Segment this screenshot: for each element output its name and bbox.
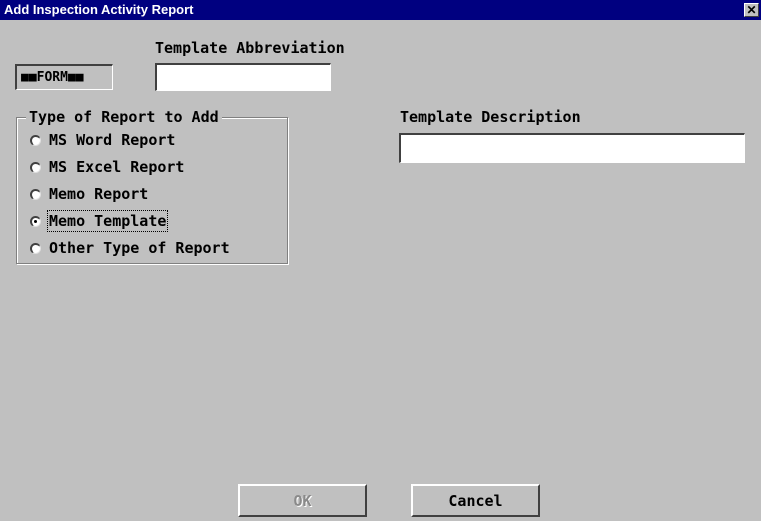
window-title: Add Inspection Activity Report [4,2,194,17]
radio-label: Memo Report [49,185,149,203]
radio-label: Other Type of Report [49,239,230,257]
radio-memo-template[interactable]: Memo Template [30,210,169,232]
close-button[interactable]: ✕ [744,3,759,17]
form-indicator: ■■FORM■■ [15,64,113,90]
radio-ms-word-report[interactable]: MS Word Report [30,131,175,149]
radio-label: MS Excel Report [49,158,185,176]
title-bar: Add Inspection Activity Report ✕ [0,0,761,20]
radio-button-icon [30,242,41,254]
radio-button-icon [30,161,41,173]
close-icon: ✕ [746,3,757,17]
radio-selected-icon [30,215,41,227]
radio-label: MS Word Report [49,131,176,149]
report-type-group-label: Type of Report to Add [26,108,222,126]
template-description-input[interactable] [399,133,745,163]
radio-ms-excel-report[interactable]: MS Excel Report [30,158,184,176]
cancel-button[interactable]: Cancel [411,484,540,517]
radio-button-icon [30,134,41,146]
radio-button-icon [30,188,41,200]
template-description-label: Template Description [400,108,581,126]
template-abbreviation-label: Template Abbreviation [155,39,345,57]
radio-memo-report[interactable]: Memo Report [30,185,148,203]
radio-label: Memo Template [46,210,169,232]
radio-other-type-of-report[interactable]: Other Type of Report [30,239,230,257]
ok-button[interactable]: OK [238,484,367,517]
template-abbreviation-input[interactable] [155,63,331,91]
